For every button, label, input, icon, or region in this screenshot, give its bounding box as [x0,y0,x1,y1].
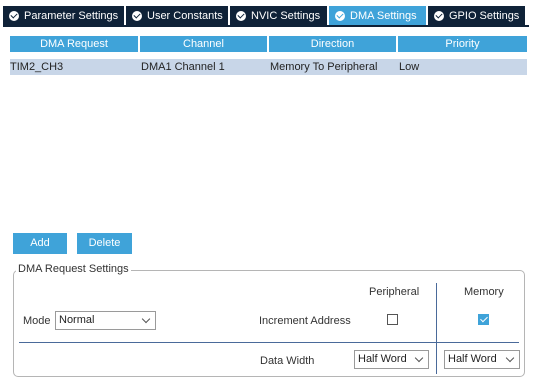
memory-increment-checkbox[interactable] [478,314,489,325]
memory-data-width-select[interactable]: Half Word [444,350,520,369]
tab-user-constants[interactable]: User Constants [126,6,230,25]
column-header-priority[interactable]: Priority [398,36,527,52]
check-circle-icon [132,10,142,21]
cell-direction: Memory To Peripheral [270,61,378,73]
table-row[interactable]: TIM2_CH3 DMA1 Channel 1 Memory To Periph… [10,59,527,75]
peripheral-increment-checkbox[interactable] [387,314,398,325]
check-circle-icon [335,10,345,21]
peripheral-column-label: Peripheral [369,286,420,298]
mode-select-value: Normal [59,314,95,326]
tab-dma-settings[interactable]: DMA Settings [329,6,428,25]
increment-address-label: Increment Address [259,315,351,327]
cell-priority: Low [399,61,420,73]
data-width-label: Data Width [260,355,315,367]
cell-dma-request: TIM2_CH3 [10,61,64,73]
column-header-dma-request[interactable]: DMA Request [10,36,140,52]
memory-data-width-value: Half Word [448,353,497,365]
chevron-down-icon [505,353,515,363]
settings-divider [19,342,519,343]
dma-request-table: DMA Request Channel Direction Priority T… [10,36,527,75]
group-title: DMA Request Settings [16,263,131,275]
tab-label: User Constants [147,9,223,22]
chevron-down-icon [414,353,424,363]
check-circle-icon [434,10,444,21]
column-header-channel[interactable]: Channel [140,36,269,52]
tab-underline [3,25,529,27]
table-header: DMA Request Channel Direction Priority [10,36,527,52]
tab-gpio-settings[interactable]: GPIO Settings [428,6,527,25]
tab-label: DMA Settings [350,9,417,22]
chevron-down-icon [141,314,151,324]
delete-button[interactable]: Delete [77,233,132,254]
column-header-direction[interactable]: Direction [269,36,398,52]
memory-column-label: Memory [464,286,504,298]
tab-parameter-settings[interactable]: Parameter Settings [3,6,126,25]
column-divider [436,283,437,374]
mode-select[interactable]: Normal [55,311,156,330]
cell-channel: DMA1 Channel 1 [141,61,225,73]
tab-label: Parameter Settings [24,9,119,22]
add-button[interactable]: Add [13,233,67,254]
peripheral-data-width-value: Half Word [358,353,407,365]
tab-label: NVIC Settings [251,9,321,22]
peripheral-data-width-select[interactable]: Half Word [354,350,429,369]
tab-nvic-settings[interactable]: NVIC Settings [230,6,329,25]
check-circle-icon [9,10,19,21]
mode-label: Mode [23,315,51,327]
tab-label: GPIO Settings [449,9,520,22]
tab-bar: Parameter Settings User Constants NVIC S… [3,6,527,25]
check-circle-icon [236,10,246,21]
